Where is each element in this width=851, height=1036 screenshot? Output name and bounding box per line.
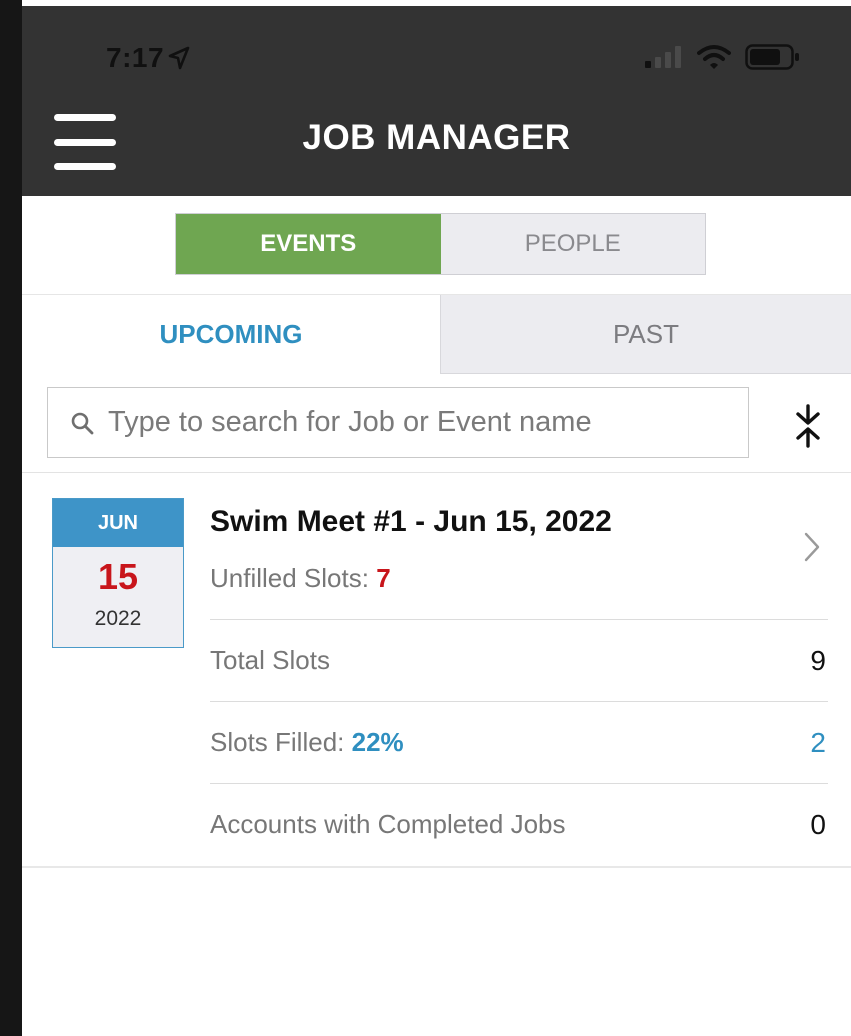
unfilled-slots-label: Unfilled Slots:	[210, 563, 377, 593]
unfilled-slots-value: 7	[376, 563, 391, 593]
collapse-all-icon[interactable]	[790, 404, 826, 448]
slots-filled-percent: 22%	[351, 727, 404, 757]
total-slots-row: Total Slots 9	[210, 619, 828, 701]
total-slots-value: 9	[810, 644, 826, 676]
tab-upcoming[interactable]: UPCOMING	[22, 295, 440, 374]
search-input[interactable]	[106, 405, 746, 440]
slots-filled-label-text: Slots Filled:	[210, 727, 352, 757]
status-time: 7:17	[106, 42, 190, 74]
page-title: JOB MANAGER	[302, 118, 571, 157]
divider	[22, 472, 851, 473]
tab-past[interactable]: PAST	[440, 295, 851, 374]
slots-filled-value: 2	[810, 726, 826, 758]
completed-jobs-row: Accounts with Completed Jobs 0	[210, 783, 828, 865]
slots-filled-label: Slots Filled: 22%	[210, 727, 404, 758]
battery-icon	[745, 44, 799, 70]
date-day: 15	[97, 556, 139, 597]
slots-filled-row: Slots Filled: 22% 2	[210, 701, 828, 783]
event-title[interactable]: Swim Meet #1 - Jun 15, 2022	[210, 505, 612, 539]
unfilled-slots: Unfilled Slots: 7	[210, 563, 391, 594]
date-month: JUN	[53, 499, 183, 547]
search-icon	[71, 412, 94, 434]
wifi-icon	[697, 45, 731, 69]
cellular-signal-icon	[645, 46, 681, 68]
total-slots-label: Total Slots	[210, 645, 330, 675]
completed-jobs-value: 0	[810, 808, 826, 840]
event-date-tile[interactable]: JUN 15 2022	[52, 498, 184, 648]
status-time-text: 7:17	[106, 42, 165, 73]
time-filter-tabs: UPCOMING PAST	[22, 294, 851, 374]
chevron-right-icon[interactable]	[802, 530, 822, 564]
events-people-segment: EVENTS PEOPLE	[175, 213, 706, 275]
location-arrow-icon	[168, 46, 190, 70]
date-year: 2022	[94, 607, 142, 630]
segment-people[interactable]: PEOPLE	[440, 214, 705, 274]
segment-events[interactable]: EVENTS	[176, 214, 441, 274]
app-header: 7:17 JOB MANAGER	[22, 6, 851, 196]
menu-line	[54, 163, 116, 170]
completed-jobs-label: Accounts with Completed Jobs	[210, 809, 566, 839]
app-screen: 7:17 JOB MANAGER EVENTS PEOPLE UPCOMING …	[22, 6, 851, 1036]
left-edge	[0, 0, 22, 1036]
search-box[interactable]	[47, 387, 749, 458]
divider	[22, 866, 851, 868]
phone-frame: 7:17 JOB MANAGER EVENTS PEOPLE UPCOMING …	[0, 0, 851, 1036]
status-icons	[645, 44, 801, 70]
